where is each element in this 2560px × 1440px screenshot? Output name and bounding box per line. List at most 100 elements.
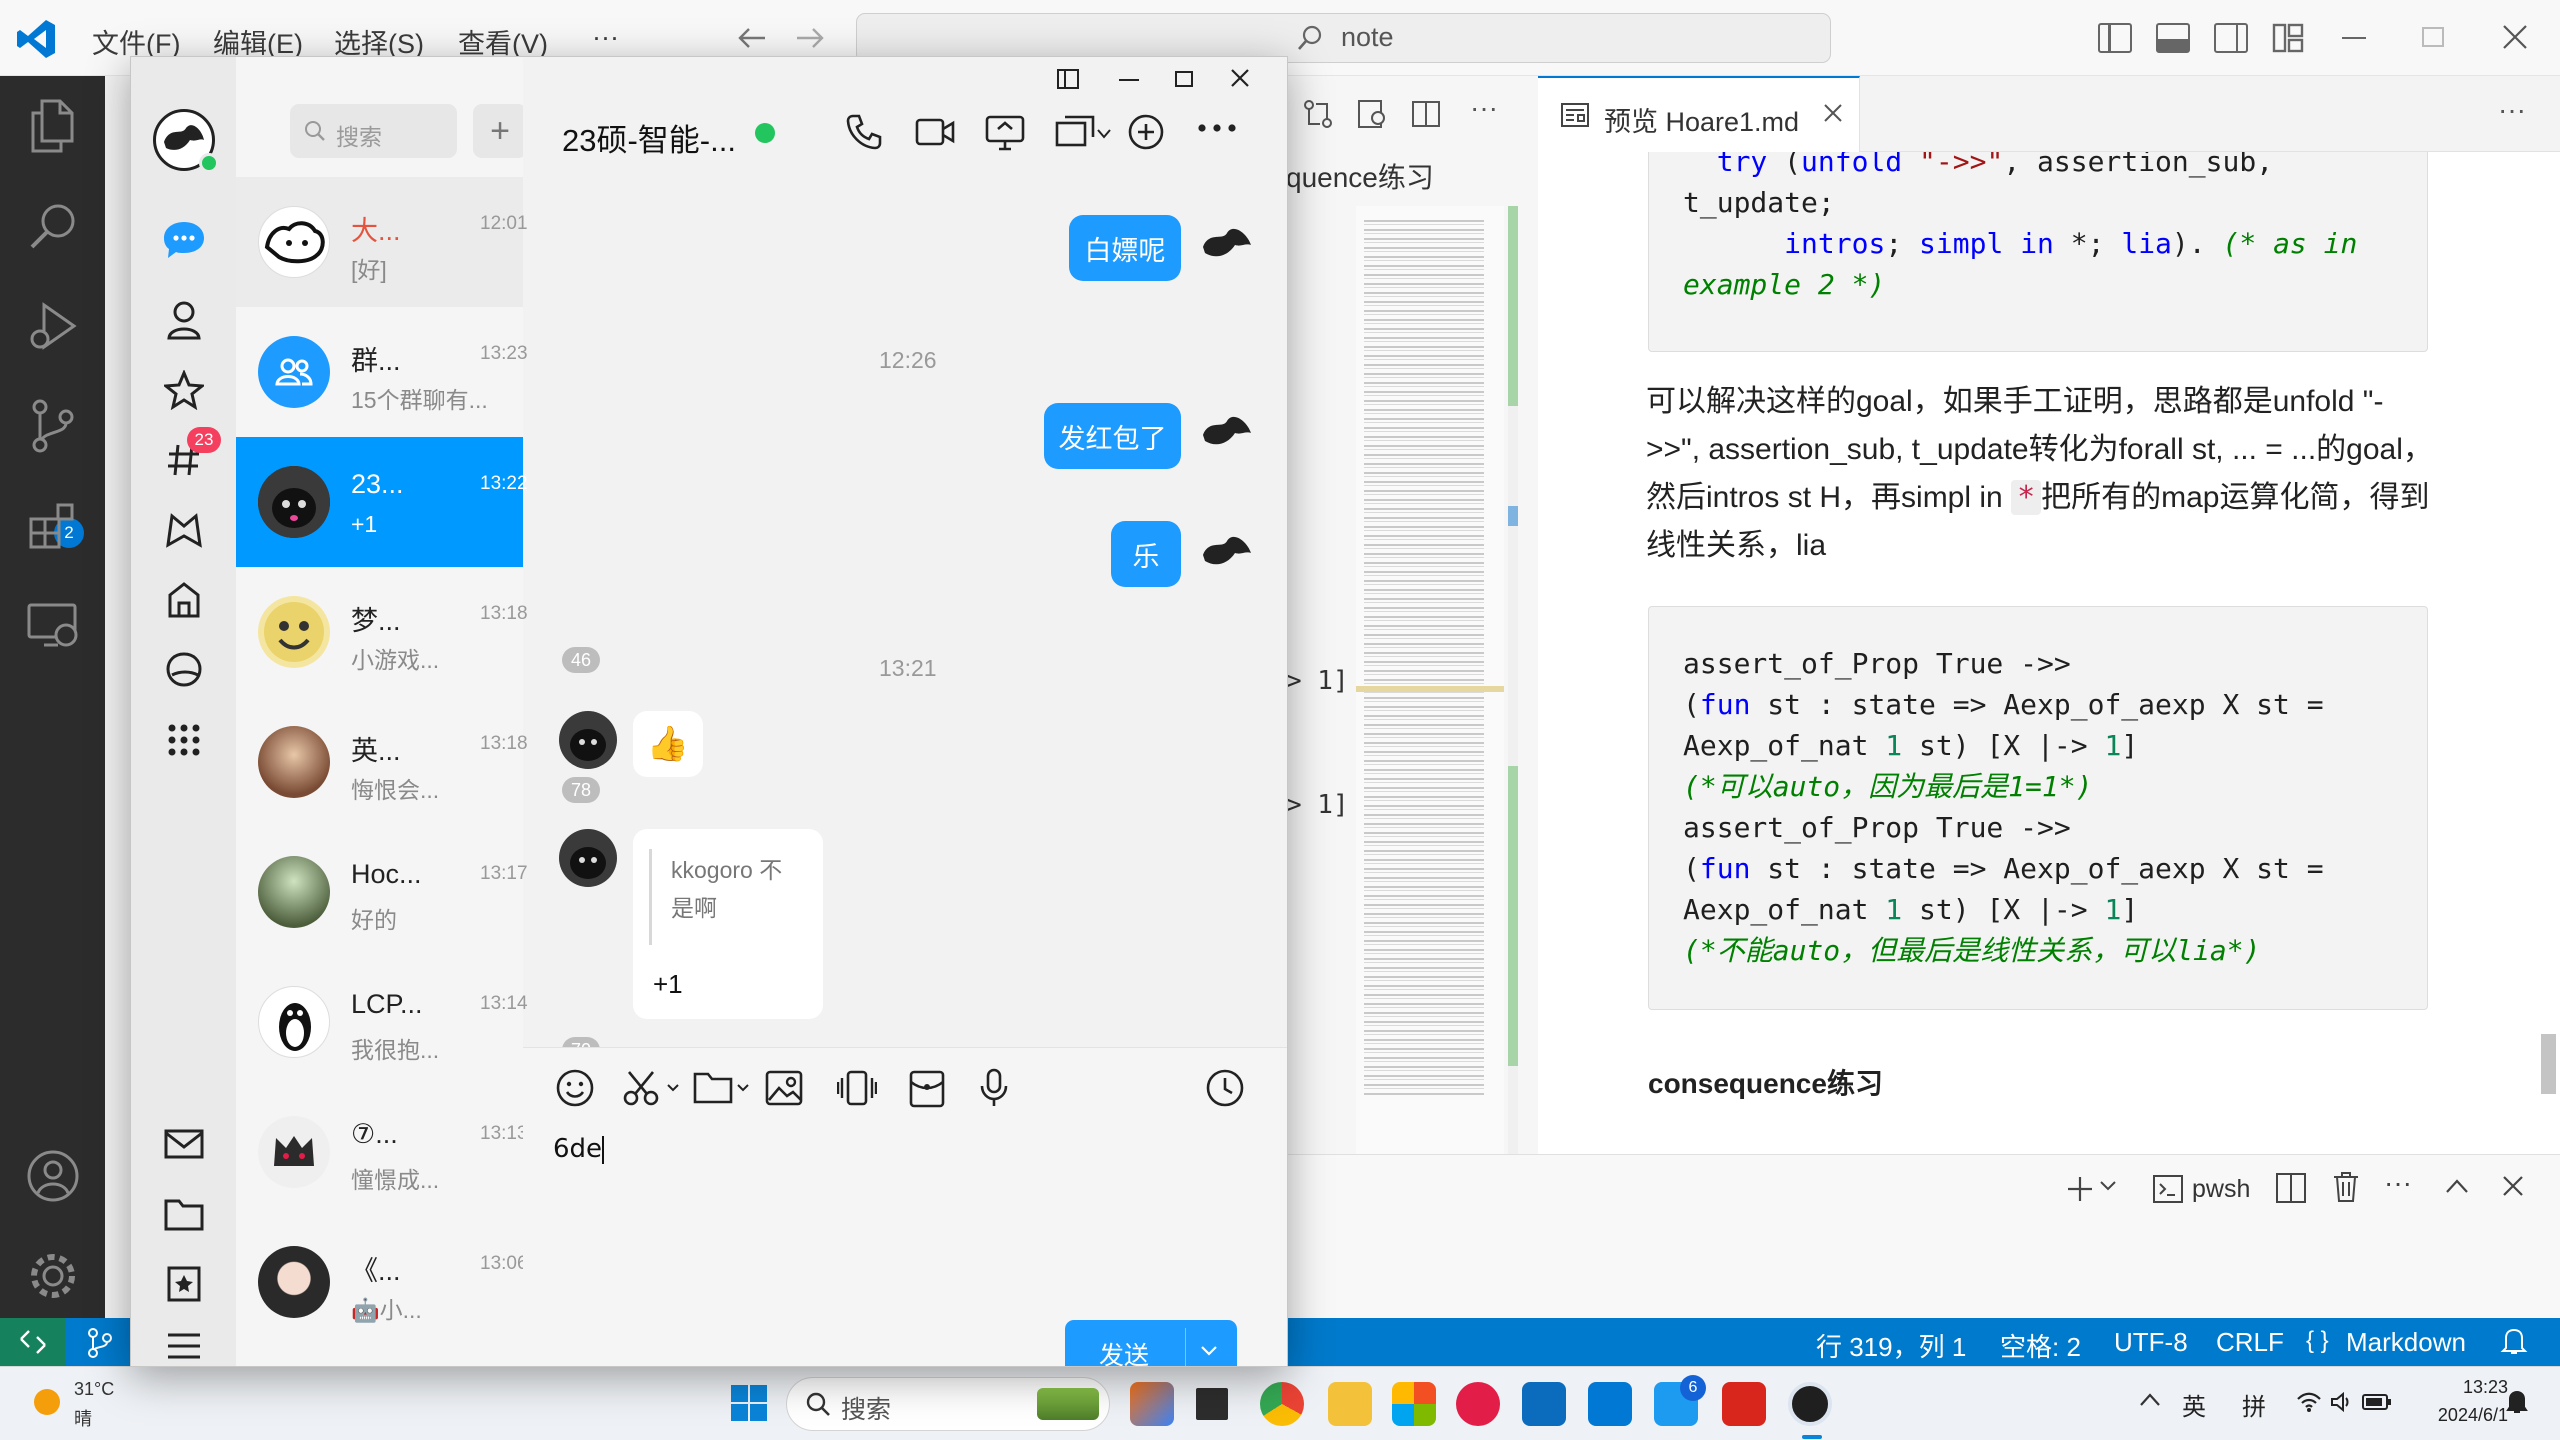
accounts-icon[interactable]: [0, 1126, 105, 1226]
terminal-more-actions[interactable]: ···: [2384, 1167, 2412, 1199]
chat-title[interactable]: 23硕-智能-...: [562, 115, 736, 160]
send-file-folder-icon[interactable]: [693, 1070, 733, 1104]
create-group-plus-button[interactable]: +: [473, 104, 527, 158]
self-avatar[interactable]: [1197, 401, 1259, 463]
split-editor-icon[interactable]: [1408, 96, 1444, 132]
close-icon[interactable]: [1231, 69, 1249, 87]
start-windows-icon[interactable]: [730, 1384, 768, 1422]
weather-sun-icon[interactable]: [34, 1389, 60, 1415]
preview-scrollbar[interactable]: [2541, 1034, 2556, 1094]
remote-indicator-icon[interactable]: [0, 1318, 66, 1366]
chevron-down-icon[interactable]: [1097, 129, 1111, 139]
qq-taskbar-icon[interactable]: [1788, 1382, 1832, 1426]
self-avatar[interactable]: [1197, 213, 1259, 275]
open-preview-icon[interactable]: [1354, 96, 1390, 132]
self-avatar[interactable]: [1197, 521, 1259, 583]
chrome-icon[interactable]: [1260, 1382, 1304, 1426]
chat-more-icon[interactable]: [1197, 123, 1237, 133]
status-encoding[interactable]: UTF-8: [2114, 1327, 2188, 1358]
emoji-icon[interactable]: [555, 1068, 595, 1108]
minimize-icon[interactable]: [2342, 37, 2366, 39]
tray-overflow-chevron-icon[interactable]: [2140, 1393, 2160, 1407]
customize-layout-icon[interactable]: [2272, 23, 2304, 53]
toggle-primary-sidebar-icon[interactable]: [2098, 23, 2132, 53]
red-packet-icon[interactable]: [909, 1070, 945, 1108]
chat-history-clock-icon[interactable]: [1205, 1068, 1245, 1108]
mini-program-icon[interactable]: [157, 573, 211, 627]
chevron-down-icon[interactable]: [737, 1084, 749, 1092]
main-menu-icon[interactable]: [157, 1319, 211, 1366]
volume-icon[interactable]: [2330, 1391, 2354, 1413]
qzone-icon[interactable]: [157, 643, 211, 697]
source-control-icon[interactable]: [0, 376, 105, 476]
clock-time[interactable]: 13:23: [2418, 1377, 2508, 1398]
wifi-icon[interactable]: [2296, 1391, 2322, 1413]
qq-search-box[interactable]: 搜索: [290, 104, 457, 158]
preview-more-actions[interactable]: ···: [2498, 94, 2526, 126]
notification-bell-icon[interactable]: [2506, 1389, 2528, 1415]
maximize-panel-icon[interactable]: [2446, 1179, 2468, 1193]
trash-icon[interactable]: [2332, 1171, 2360, 1203]
add-member-icon[interactable]: [1127, 113, 1165, 151]
status-language[interactable]: Markdown: [2346, 1327, 2466, 1358]
settings-gear-icon[interactable]: [0, 1226, 105, 1326]
breadcrumb-heading[interactable]: quence练习: [1286, 156, 1434, 196]
vscode-taskbar-icon[interactable]: [1588, 1382, 1632, 1426]
clock-date[interactable]: 2024/6/1: [2404, 1405, 2508, 1426]
sender-avatar[interactable]: [559, 829, 617, 887]
toggle-secondary-sidebar-icon[interactable]: [2214, 23, 2248, 53]
taskbar-search[interactable]: 搜索: [786, 1377, 1110, 1431]
outlook-icon[interactable]: [1522, 1382, 1566, 1426]
messages-icon[interactable]: [157, 213, 211, 267]
close-tab-icon[interactable]: [1822, 102, 1844, 124]
minimize-icon[interactable]: [1119, 79, 1139, 81]
toggle-panel-icon[interactable]: [2156, 23, 2190, 53]
notifications-bell-icon[interactable]: [2500, 1326, 2528, 1356]
status-cursor-position[interactable]: 行 319，列 1: [1816, 1327, 1966, 1364]
remote-explorer-icon[interactable]: [0, 576, 105, 676]
message-bubble-self[interactable]: 白嫖呢: [1069, 215, 1181, 281]
restore-icon[interactable]: [2422, 27, 2444, 47]
close-window-icon[interactable]: [2500, 22, 2530, 52]
weather-temp[interactable]: 31°C: [74, 1379, 114, 1400]
task-view-icon[interactable]: [1190, 1382, 1234, 1426]
status-eol[interactable]: CRLF: [2216, 1327, 2284, 1358]
chevron-down-icon[interactable]: [2100, 1181, 2116, 1191]
more-apps-grid-icon[interactable]: [157, 713, 211, 767]
voice-call-icon[interactable]: [845, 113, 883, 151]
screenshot-scissors-icon[interactable]: [623, 1070, 663, 1106]
screen-share-icon[interactable]: [985, 115, 1025, 151]
voice-message-mic-icon[interactable]: [979, 1068, 1009, 1108]
explorer-icon[interactable]: [0, 76, 105, 176]
screenshot-remote-icon[interactable]: [1055, 115, 1095, 151]
message-bubble-self[interactable]: 发红包了: [1044, 403, 1181, 469]
conversation-item[interactable]: LCP... 13:14 我很抱... 70: [236, 957, 600, 1087]
branch-icon[interactable]: [86, 1328, 114, 1358]
message-bubble-other[interactable]: 👍: [633, 711, 703, 777]
new-terminal-plus-icon[interactable]: [2064, 1173, 2096, 1205]
favorites-star-icon[interactable]: [157, 363, 211, 417]
ime-mode[interactable]: 拼: [2242, 1387, 2266, 1422]
back-arrow-icon[interactable]: [734, 22, 770, 54]
video-call-icon[interactable]: [915, 115, 955, 149]
shake-window-icon[interactable]: [837, 1070, 877, 1106]
terminal-shell-name[interactable]: pwsh: [2192, 1175, 2250, 1204]
chevron-down-icon[interactable]: [1201, 1346, 1217, 1356]
tab-preview-hoare1[interactable]: 预览 Hoare1.md: [1538, 76, 1860, 152]
message-input[interactable]: 6de: [553, 1134, 605, 1164]
sender-avatar[interactable]: [559, 711, 617, 769]
conversation-item[interactable]: 《... 13:06 🤖小... 48: [236, 1217, 600, 1347]
microsoft-store-icon[interactable]: [1392, 1382, 1436, 1426]
send-button[interactable]: 发送: [1065, 1320, 1237, 1366]
message-bubble-reply[interactable]: kkogoro 不是啊 +1: [633, 829, 823, 1019]
search-view-icon[interactable]: [0, 176, 105, 276]
copilot-icon[interactable]: [1130, 1382, 1174, 1426]
conversation-item[interactable]: Hoc... 13:17 好的: [236, 827, 528, 957]
open-changes-icon[interactable]: [1300, 96, 1336, 132]
run-debug-icon[interactable]: [0, 276, 105, 376]
image-icon[interactable]: [765, 1070, 803, 1106]
conversation-item-selected[interactable]: 23... 13:22 +1: [236, 437, 528, 567]
message-bubble-self[interactable]: 乐: [1111, 521, 1181, 587]
folder-icon[interactable]: [157, 1187, 211, 1241]
forward-arrow-icon[interactable]: [792, 22, 828, 54]
